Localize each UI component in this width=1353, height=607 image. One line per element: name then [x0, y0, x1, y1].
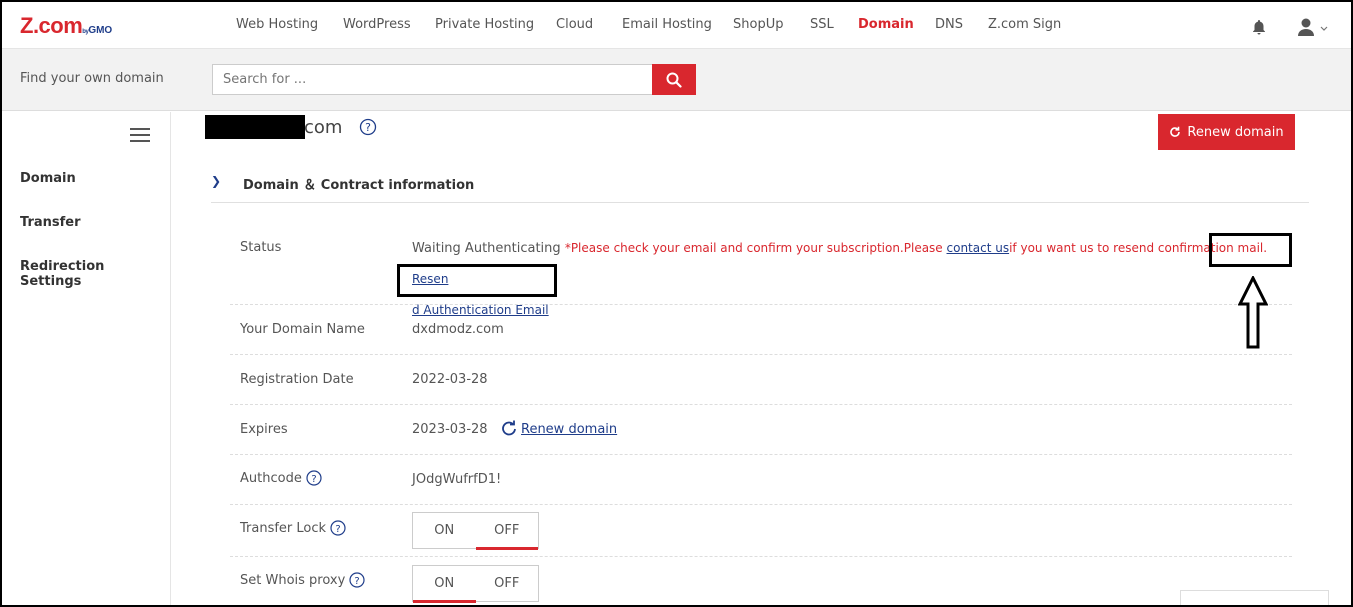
nav-domain[interactable]: Domain	[858, 17, 914, 32]
status-row: Status Waiting Authenticating *Please ch…	[230, 230, 1292, 317]
domain-search-bar: Find your own domain	[2, 49, 1351, 111]
annotation-box-resend	[1209, 233, 1292, 267]
nav-web-hosting[interactable]: Web Hosting	[236, 17, 318, 32]
nav-cloud[interactable]: Cloud	[556, 17, 593, 32]
whois-proxy-on[interactable]: ON	[413, 566, 476, 603]
redacted-domain-name	[205, 115, 305, 139]
chat-widget-edge	[1180, 590, 1329, 607]
transfer-lock-on[interactable]: ON	[413, 513, 476, 548]
authcode-row: Authcode ? JOdgWufrfD1!	[230, 455, 1292, 505]
help-icon[interactable]: ?	[306, 470, 322, 486]
logo-gmo: GMO	[88, 25, 113, 36]
help-icon[interactable]: ?	[349, 572, 365, 588]
whois-proxy-off[interactable]: OFF	[476, 566, 539, 601]
sidebar-item-domain[interactable]: Domain	[20, 171, 76, 186]
user-icon[interactable]	[1297, 17, 1329, 37]
domain-name-row: Your Domain Name dxdmodz.com	[230, 305, 1292, 355]
nav-ssl[interactable]: SSL	[810, 17, 834, 32]
transfer-lock-label: Transfer Lock	[240, 520, 327, 536]
menu-icon[interactable]	[130, 128, 150, 142]
svg-text:?: ?	[335, 524, 340, 535]
whois-proxy-row: Set Whois proxy ? ON OFF	[230, 557, 1292, 607]
expires-label: Expires	[240, 422, 288, 437]
svg-text:?: ?	[311, 474, 316, 485]
nav-dns[interactable]: DNS	[935, 17, 963, 32]
contact-us-link[interactable]: contact us	[947, 241, 1010, 255]
whois-proxy-label-wrap: Set Whois proxy ?	[240, 572, 365, 588]
zcom-logo[interactable]: Z.combyGMO	[20, 13, 112, 39]
nav-private-hosting[interactable]: Private Hosting	[435, 17, 534, 32]
expires-row: Expires 2023-03-28 Renew domain	[230, 405, 1292, 455]
authcode-label: Authcode	[240, 470, 302, 486]
nav-wordpress[interactable]: WordPress	[343, 17, 411, 32]
domain-title-suffix: com	[304, 117, 343, 138]
refresh-icon[interactable]	[501, 420, 519, 436]
sidebar-item-transfer[interactable]: Transfer	[20, 215, 81, 230]
sidebar: Domain Transfer Redirection Settings	[2, 112, 171, 605]
renew-domain-link[interactable]: Renew domain	[521, 422, 617, 437]
section-domain-contract[interactable]: ❯ Domain ＆ Contract information	[211, 161, 1309, 203]
nav-email-hosting[interactable]: Email Hosting	[622, 17, 712, 32]
transfer-lock-label-wrap: Transfer Lock ?	[240, 520, 346, 536]
search-icon	[666, 72, 682, 88]
domain-name-value: dxdmodz.com	[412, 322, 504, 337]
refresh-icon	[1170, 126, 1181, 137]
annotation-box-resend-cont	[397, 264, 557, 297]
svg-text:?: ?	[355, 576, 360, 587]
help-icon[interactable]: ?	[330, 520, 346, 536]
search-button[interactable]	[652, 64, 696, 95]
bell-icon[interactable]	[1251, 19, 1267, 35]
svg-text:?: ?	[365, 121, 371, 134]
registration-date-row: Registration Date 2022-03-28	[230, 355, 1292, 405]
transfer-lock-row: Transfer Lock ? ON OFF	[230, 505, 1292, 557]
transfer-lock-off[interactable]: OFF	[475, 513, 539, 550]
registration-date-value: 2022-03-28	[412, 372, 488, 387]
help-icon[interactable]: ?	[359, 118, 377, 136]
arrow-up-icon	[1238, 276, 1268, 349]
renew-domain-label: Renew domain	[1187, 124, 1284, 140]
status-label: Status	[240, 240, 282, 255]
renew-domain-button[interactable]: Renew domain	[1158, 114, 1295, 150]
whois-proxy-label: Set Whois proxy	[240, 572, 346, 588]
sidebar-item-redirection-settings[interactable]: Redirection Settings	[20, 259, 170, 289]
status-warning-prefix: *Please check your email and confirm you…	[564, 241, 947, 255]
top-navigation: Z.combyGMO Web Hosting WordPress Private…	[2, 2, 1351, 49]
status-value: Waiting Authenticating	[412, 241, 561, 256]
whois-proxy-toggle: ON OFF	[412, 565, 539, 603]
chevron-down-icon[interactable]: ❯	[211, 174, 221, 188]
nav-zcom-sign[interactable]: Z.com Sign	[988, 17, 1061, 32]
transfer-lock-toggle: ON OFF	[412, 512, 539, 550]
registration-date-label: Registration Date	[240, 372, 354, 387]
domain-name-label: Your Domain Name	[240, 322, 365, 337]
section-title: Domain ＆ Contract information	[243, 178, 475, 193]
search-input[interactable]	[212, 64, 653, 95]
logo-text: Z.com	[20, 13, 83, 38]
authcode-value: JOdgWufrfD1!	[412, 472, 502, 487]
expires-value: 2023-03-28	[412, 422, 488, 437]
authcode-label-wrap: Authcode ?	[240, 470, 322, 486]
search-label: Find your own domain	[20, 71, 164, 86]
nav-shopup[interactable]: ShopUp	[733, 17, 783, 32]
